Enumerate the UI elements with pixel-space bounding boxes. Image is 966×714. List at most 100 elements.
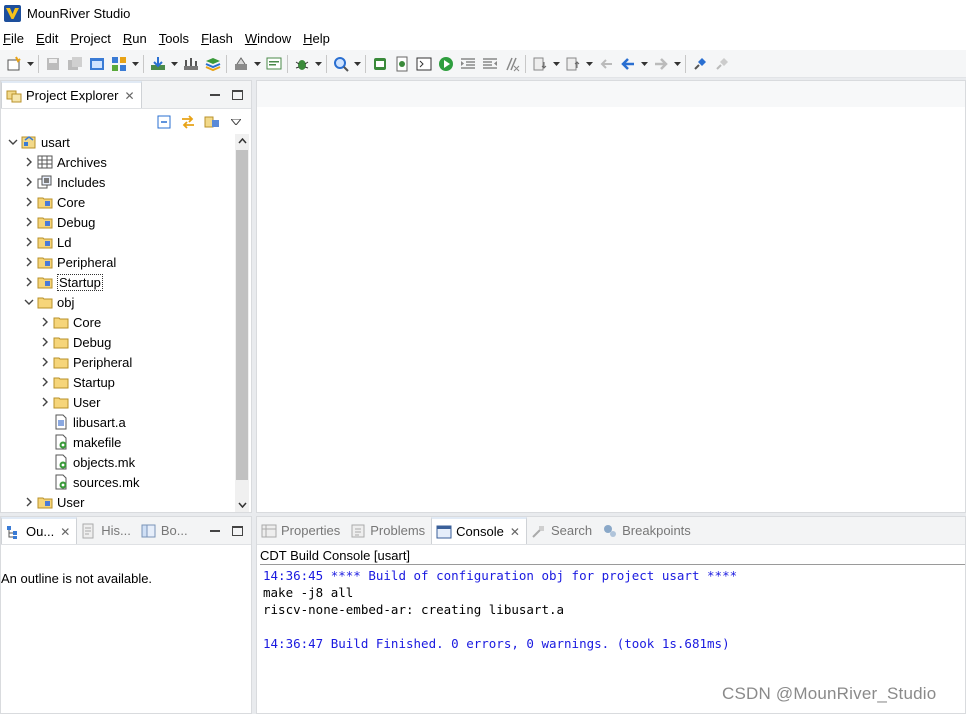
tree-item-usart[interactable]: usart [1, 132, 235, 152]
menu-item-run[interactable]: Run [123, 31, 147, 46]
chevron-down-icon[interactable] [23, 296, 35, 308]
chevron-right-icon[interactable] [23, 156, 35, 168]
menu-item-file[interactable]: File [3, 31, 24, 46]
tree-item-ld[interactable]: Ld [1, 232, 235, 252]
chevron-down-icon[interactable] [170, 54, 178, 73]
forward-icon[interactable] [651, 54, 670, 73]
shift-right-icon[interactable] [458, 54, 477, 73]
back-icon[interactable] [618, 54, 637, 73]
chevron-down-icon[interactable] [552, 54, 560, 73]
tree-item-startup[interactable]: Startup [1, 272, 235, 292]
pin-icon[interactable] [690, 54, 709, 73]
open-ld-icon[interactable] [370, 54, 389, 73]
tree-item-obj[interactable]: obj [1, 292, 235, 312]
chevron-down-icon[interactable] [314, 54, 322, 73]
chevron-right-icon[interactable] [23, 196, 35, 208]
close-icon[interactable]: ✕ [510, 525, 520, 539]
tree-scrollbar[interactable] [235, 134, 249, 512]
chevron-down-icon[interactable] [253, 54, 261, 73]
tree-item-peripheral[interactable]: Peripheral [1, 252, 235, 272]
scroll-up-icon[interactable] [235, 134, 249, 148]
tree-item-debug[interactable]: Debug [1, 212, 235, 232]
menu-item-edit[interactable]: Edit [36, 31, 58, 46]
scrollbar-thumb[interactable] [236, 150, 248, 480]
chevron-right-icon[interactable] [23, 256, 35, 268]
new-wizard-icon[interactable] [4, 54, 23, 73]
close-icon[interactable]: ✕ [124, 89, 134, 103]
console-output[interactable]: 14:36:45 **** Build of configuration obj… [263, 567, 737, 652]
menu-item-window[interactable]: Window [245, 31, 291, 46]
chevron-down-icon[interactable] [131, 54, 139, 73]
editor-area[interactable] [256, 80, 966, 513]
tab-ou[interactable]: Ou... ✕ [1, 517, 78, 544]
perspective-icon[interactable] [109, 54, 128, 73]
chevron-right-icon[interactable] [39, 336, 51, 348]
clean-icon[interactable] [231, 54, 250, 73]
editor-icon[interactable] [87, 54, 106, 73]
tab-project-explorer[interactable]: Project Explorer ✕ [1, 81, 142, 108]
tree-item-user[interactable]: User [1, 492, 235, 512]
tree-item-includes[interactable]: Includes [1, 172, 235, 192]
previous-annotation-icon[interactable] [563, 54, 582, 73]
close-icon[interactable]: ✕ [60, 525, 70, 539]
maximize-icon[interactable] [232, 90, 243, 100]
toggle-comment-icon[interactable] [502, 54, 521, 73]
chevron-right-icon[interactable] [23, 176, 35, 188]
chevron-right-icon[interactable] [39, 376, 51, 388]
view-menu-icon[interactable] [227, 113, 245, 131]
scroll-down-icon[interactable] [235, 498, 249, 512]
chevron-down-icon[interactable] [353, 54, 361, 73]
last-edit-icon[interactable] [596, 54, 615, 73]
tree-item-core[interactable]: Core [1, 312, 235, 332]
tree-item-makefile[interactable]: makefile [1, 432, 235, 452]
menu-item-tools[interactable]: Tools [159, 31, 189, 46]
unpin-icon[interactable] [712, 54, 731, 73]
chevron-right-icon[interactable] [23, 236, 35, 248]
filters-icon[interactable] [203, 113, 221, 131]
maximize-icon[interactable] [232, 526, 243, 536]
menu-item-flash[interactable]: Flash [201, 31, 233, 46]
open-type-icon[interactable] [392, 54, 411, 73]
terminal-icon[interactable] [264, 54, 283, 73]
tree-item-archives[interactable]: Archives [1, 152, 235, 172]
next-annotation-icon[interactable] [530, 54, 549, 73]
search-icon[interactable] [331, 54, 350, 73]
chevron-right-icon[interactable] [39, 396, 51, 408]
save-icon[interactable] [43, 54, 62, 73]
chevron-down-icon[interactable] [26, 54, 34, 73]
tab-bo[interactable]: Bo... [137, 517, 194, 544]
minimize-icon[interactable] [208, 88, 222, 102]
run-icon[interactable] [436, 54, 455, 73]
chevron-down-icon[interactable] [640, 54, 648, 73]
tab-breakpoints[interactable]: Breakpoints [598, 517, 697, 544]
tree-item-core[interactable]: Core [1, 192, 235, 212]
tab-properties[interactable]: Properties [257, 517, 346, 544]
save-all-icon[interactable] [65, 54, 84, 73]
tree-item-startup[interactable]: Startup [1, 372, 235, 392]
shift-left-icon[interactable] [480, 54, 499, 73]
chevron-right-icon[interactable] [39, 316, 51, 328]
menu-item-project[interactable]: Project [70, 31, 110, 46]
chevron-right-icon[interactable] [23, 276, 35, 288]
link-with-editor-icon[interactable] [179, 113, 197, 131]
tab-search[interactable]: Search [527, 517, 598, 544]
minimize-icon[interactable] [208, 524, 222, 538]
chevron-right-icon[interactable] [23, 216, 35, 228]
build-icon[interactable] [181, 54, 200, 73]
collapse-all-icon[interactable] [155, 113, 173, 131]
chevron-right-icon[interactable] [23, 496, 35, 508]
tree-item-objects-mk[interactable]: objects.mk [1, 452, 235, 472]
tree-item-libusart-a[interactable]: libusart.a [1, 412, 235, 432]
download-icon[interactable] [148, 54, 167, 73]
chevron-down-icon[interactable] [7, 136, 19, 148]
tree-item-debug[interactable]: Debug [1, 332, 235, 352]
chevron-down-icon[interactable] [673, 54, 681, 73]
chevron-right-icon[interactable] [39, 356, 51, 368]
debug-icon[interactable] [292, 54, 311, 73]
build-all-icon[interactable] [203, 54, 222, 73]
tab-his[interactable]: His... [77, 517, 137, 544]
chevron-down-icon[interactable] [585, 54, 593, 73]
tab-problems[interactable]: Problems [346, 517, 431, 544]
tree-item-user[interactable]: User [1, 392, 235, 412]
tab-console[interactable]: Console ✕ [431, 517, 527, 544]
